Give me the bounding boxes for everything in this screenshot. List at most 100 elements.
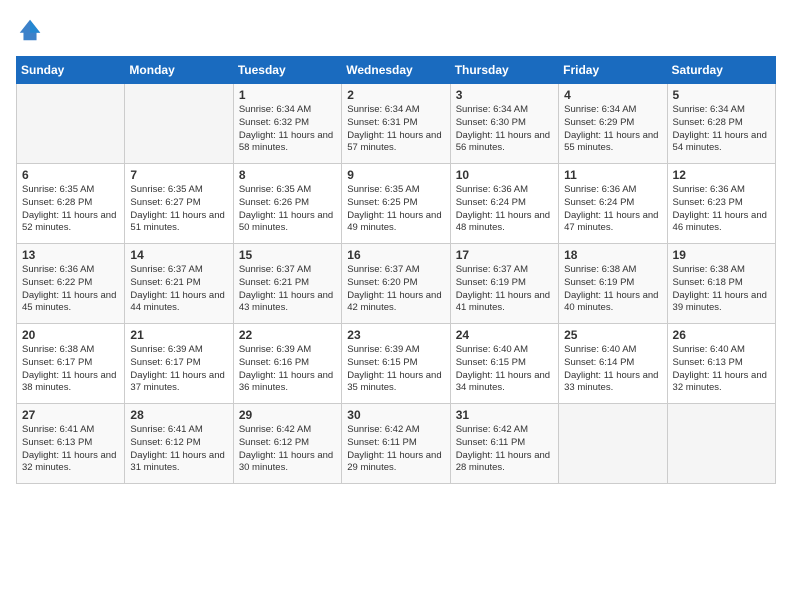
cell-detail: Sunrise: 6:42 AMSunset: 6:11 PMDaylight:… [347, 424, 444, 475]
calendar-week-2: 6 Sunrise: 6:35 AMSunset: 6:28 PMDaylight… [17, 164, 776, 244]
calendar-cell: 2Sunrise: 6:34 AMSunset: 6:31 PMDaylight… [342, 84, 450, 164]
day-header-monday: Monday [125, 57, 233, 84]
logo [16, 16, 48, 44]
logo-icon [16, 16, 44, 44]
cell-detail: Sunrise: 6:42 AMSunset: 6:12 PMDaylight:… [239, 424, 336, 475]
day-number: 16 [347, 248, 444, 262]
day-number: 24 [456, 328, 553, 342]
cell-detail: Sunrise: 6:35 AMSunset: 6:27 PMDaylight:… [130, 184, 227, 235]
cell-detail: Sunrise: 6:42 AMSunset: 6:11 PMDaylight:… [456, 424, 553, 475]
day-number: 18 [564, 248, 661, 262]
calendar-cell: 4Sunrise: 6:34 AMSunset: 6:29 PMDaylight… [559, 84, 667, 164]
day-number: 9 [347, 168, 444, 182]
calendar-cell: 19 Sunrise: 6:38 AMSunset: 6:18 PMDayligh… [667, 244, 775, 324]
day-header-thursday: Thursday [450, 57, 558, 84]
calendar-cell: 12 Sunrise: 6:36 AMSunset: 6:23 PMDayligh… [667, 164, 775, 244]
calendar-cell: 23Sunrise: 6:39 AMSunset: 6:15 PMDayligh… [342, 324, 450, 404]
day-number: 12 [673, 168, 770, 182]
calendar-cell: 26 Sunrise: 6:40 AMSunset: 6:13 PMDayligh… [667, 324, 775, 404]
calendar-cell: 31 Sunrise: 6:42 AMSunset: 6:11 PMDayligh… [450, 404, 558, 484]
calendar-cell: 16 Sunrise: 6:37 AMSunset: 6:20 PMDayligh… [342, 244, 450, 324]
cell-detail: Sunrise: 6:37 AMSunset: 6:19 PMDaylight:… [456, 264, 553, 315]
cell-detail: Sunrise: 6:34 AMSunset: 6:32 PMDaylight:… [239, 104, 336, 155]
day-number: 25 [564, 328, 661, 342]
calendar-cell: 1 Sunrise: 6:34 AMSunset: 6:32 PMDaylight… [233, 84, 341, 164]
calendar-cell: 18 Sunrise: 6:38 AMSunset: 6:19 PMDayligh… [559, 244, 667, 324]
cell-detail: Sunrise: 6:36 AMSunset: 6:23 PMDaylight:… [673, 184, 770, 235]
day-number: 7 [130, 168, 227, 182]
cell-detail: Sunrise: 6:37 AMSunset: 6:21 PMDaylight:… [239, 264, 336, 315]
cell-detail: Sunrise: 6:35 AMSunset: 6:26 PMDaylight:… [239, 184, 336, 235]
day-number: 4 [564, 88, 661, 102]
day-number: 31 [456, 408, 553, 422]
day-number: 22 [239, 328, 336, 342]
day-header-friday: Friday [559, 57, 667, 84]
calendar-cell: 10Sunrise: 6:36 AMSunset: 6:24 PMDayligh… [450, 164, 558, 244]
calendar-cell [667, 404, 775, 484]
calendar-cell: 7 Sunrise: 6:35 AMSunset: 6:27 PMDaylight… [125, 164, 233, 244]
cell-detail: Sunrise: 6:38 AMSunset: 6:18 PMDaylight:… [673, 264, 770, 315]
cell-detail: Sunrise: 6:35 AMSunset: 6:28 PMDaylight:… [22, 184, 119, 235]
cell-detail: Sunrise: 6:34 AMSunset: 6:28 PMDaylight:… [673, 104, 770, 155]
calendar-cell: 28 Sunrise: 6:41 AMSunset: 6:12 PMDayligh… [125, 404, 233, 484]
cell-detail: Sunrise: 6:40 AMSunset: 6:13 PMDaylight:… [673, 344, 770, 395]
day-number: 21 [130, 328, 227, 342]
cell-detail: Sunrise: 6:37 AMSunset: 6:20 PMDaylight:… [347, 264, 444, 315]
day-number: 14 [130, 248, 227, 262]
day-number: 20 [22, 328, 119, 342]
day-number: 6 [22, 168, 119, 182]
day-header-tuesday: Tuesday [233, 57, 341, 84]
day-number: 30 [347, 408, 444, 422]
calendar-week-4: 20 Sunrise: 6:38 AMSunset: 6:17 PMDayligh… [17, 324, 776, 404]
cell-detail: Sunrise: 6:36 AMSunset: 6:24 PMDaylight:… [564, 184, 661, 235]
cell-detail: Sunrise: 6:40 AMSunset: 6:14 PMDaylight:… [564, 344, 661, 395]
calendar-cell: 6 Sunrise: 6:35 AMSunset: 6:28 PMDaylight… [17, 164, 125, 244]
calendar-cell: 25 Sunrise: 6:40 AMSunset: 6:14 PMDayligh… [559, 324, 667, 404]
calendar-cell: 17Sunrise: 6:37 AMSunset: 6:19 PMDayligh… [450, 244, 558, 324]
cell-detail: Sunrise: 6:36 AMSunset: 6:22 PMDaylight:… [22, 264, 119, 315]
calendar-cell: 21 Sunrise: 6:39 AMSunset: 6:17 PMDayligh… [125, 324, 233, 404]
cell-detail: Sunrise: 6:38 AMSunset: 6:19 PMDaylight:… [564, 264, 661, 315]
day-number: 26 [673, 328, 770, 342]
calendar-cell: 27 Sunrise: 6:41 AMSunset: 6:13 PMDayligh… [17, 404, 125, 484]
calendar-cell: 13Sunrise: 6:36 AMSunset: 6:22 PMDayligh… [17, 244, 125, 324]
calendar-cell: 8Sunrise: 6:35 AMSunset: 6:26 PMDaylight… [233, 164, 341, 244]
cell-detail: Sunrise: 6:41 AMSunset: 6:13 PMDaylight:… [22, 424, 119, 475]
cell-detail: Sunrise: 6:34 AMSunset: 6:30 PMDaylight:… [456, 104, 553, 155]
cell-detail: Sunrise: 6:39 AMSunset: 6:16 PMDaylight:… [239, 344, 336, 395]
day-number: 28 [130, 408, 227, 422]
day-number: 1 [239, 88, 336, 102]
cell-detail: Sunrise: 6:41 AMSunset: 6:12 PMDaylight:… [130, 424, 227, 475]
calendar-week-3: 13Sunrise: 6:36 AMSunset: 6:22 PMDayligh… [17, 244, 776, 324]
calendar-cell [559, 404, 667, 484]
calendar-cell: 14Sunrise: 6:37 AMSunset: 6:21 PMDayligh… [125, 244, 233, 324]
calendar-cell: 20 Sunrise: 6:38 AMSunset: 6:17 PMDayligh… [17, 324, 125, 404]
page-header [16, 16, 776, 44]
day-number: 5 [673, 88, 770, 102]
calendar-header: SundayMondayTuesdayWednesdayThursdayFrid… [17, 57, 776, 84]
calendar-cell: 29 Sunrise: 6:42 AMSunset: 6:12 PMDayligh… [233, 404, 341, 484]
calendar-week-5: 27 Sunrise: 6:41 AMSunset: 6:13 PMDayligh… [17, 404, 776, 484]
cell-detail: Sunrise: 6:39 AMSunset: 6:15 PMDaylight:… [347, 344, 444, 395]
cell-detail: Sunrise: 6:36 AMSunset: 6:24 PMDaylight:… [456, 184, 553, 235]
day-number: 27 [22, 408, 119, 422]
cell-detail: Sunrise: 6:34 AMSunset: 6:31 PMDaylight:… [347, 104, 444, 155]
day-number: 29 [239, 408, 336, 422]
day-number: 19 [673, 248, 770, 262]
calendar-week-1: 1 Sunrise: 6:34 AMSunset: 6:32 PMDaylight… [17, 84, 776, 164]
calendar-cell [17, 84, 125, 164]
calendar-cell: 15 Sunrise: 6:37 AMSunset: 6:21 PMDayligh… [233, 244, 341, 324]
cell-detail: Sunrise: 6:38 AMSunset: 6:17 PMDaylight:… [22, 344, 119, 395]
cell-detail: Sunrise: 6:35 AMSunset: 6:25 PMDaylight:… [347, 184, 444, 235]
calendar-cell [125, 84, 233, 164]
day-number: 15 [239, 248, 336, 262]
day-header-wednesday: Wednesday [342, 57, 450, 84]
calendar-cell: 9 Sunrise: 6:35 AMSunset: 6:25 PMDaylight… [342, 164, 450, 244]
day-header-saturday: Saturday [667, 57, 775, 84]
calendar-cell: 22 Sunrise: 6:39 AMSunset: 6:16 PMDayligh… [233, 324, 341, 404]
calendar-cell: 11Sunrise: 6:36 AMSunset: 6:24 PMDayligh… [559, 164, 667, 244]
calendar-cell: 24 Sunrise: 6:40 AMSunset: 6:15 PMDayligh… [450, 324, 558, 404]
cell-detail: Sunrise: 6:39 AMSunset: 6:17 PMDaylight:… [130, 344, 227, 395]
cell-detail: Sunrise: 6:40 AMSunset: 6:15 PMDaylight:… [456, 344, 553, 395]
day-number: 3 [456, 88, 553, 102]
